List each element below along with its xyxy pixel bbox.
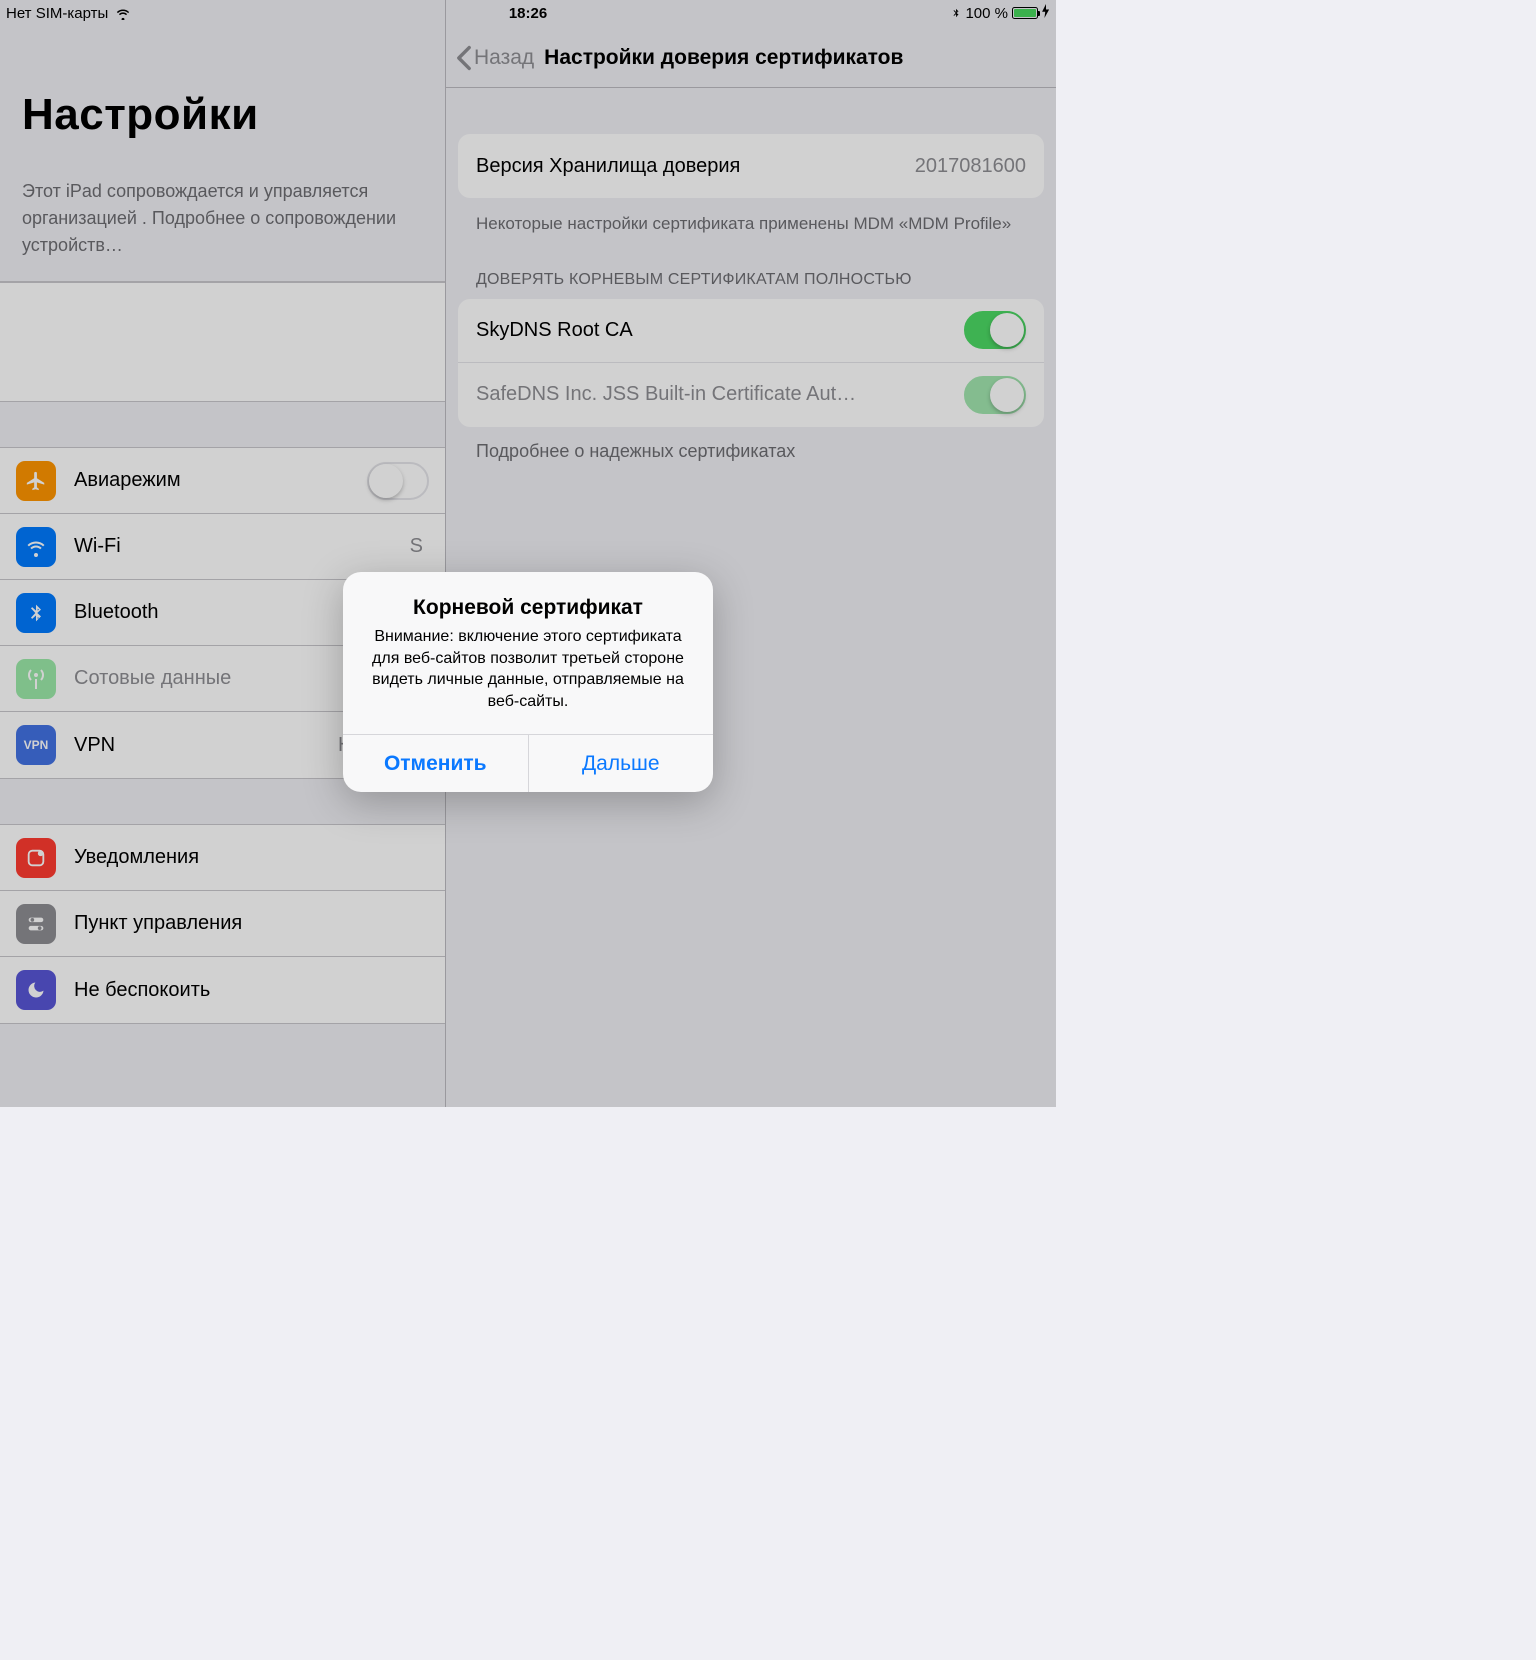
modal-backdrop — [0, 0, 1056, 1107]
alert-message: Внимание: включение этого сертификата дл… — [363, 626, 693, 712]
alert-cancel-button[interactable]: Отменить — [343, 735, 529, 792]
alert-continue-button[interactable]: Дальше — [529, 735, 714, 792]
alert-title: Корневой сертификат — [363, 596, 693, 620]
root-cert-alert: Корневой сертификат Внимание: включение … — [343, 572, 713, 792]
